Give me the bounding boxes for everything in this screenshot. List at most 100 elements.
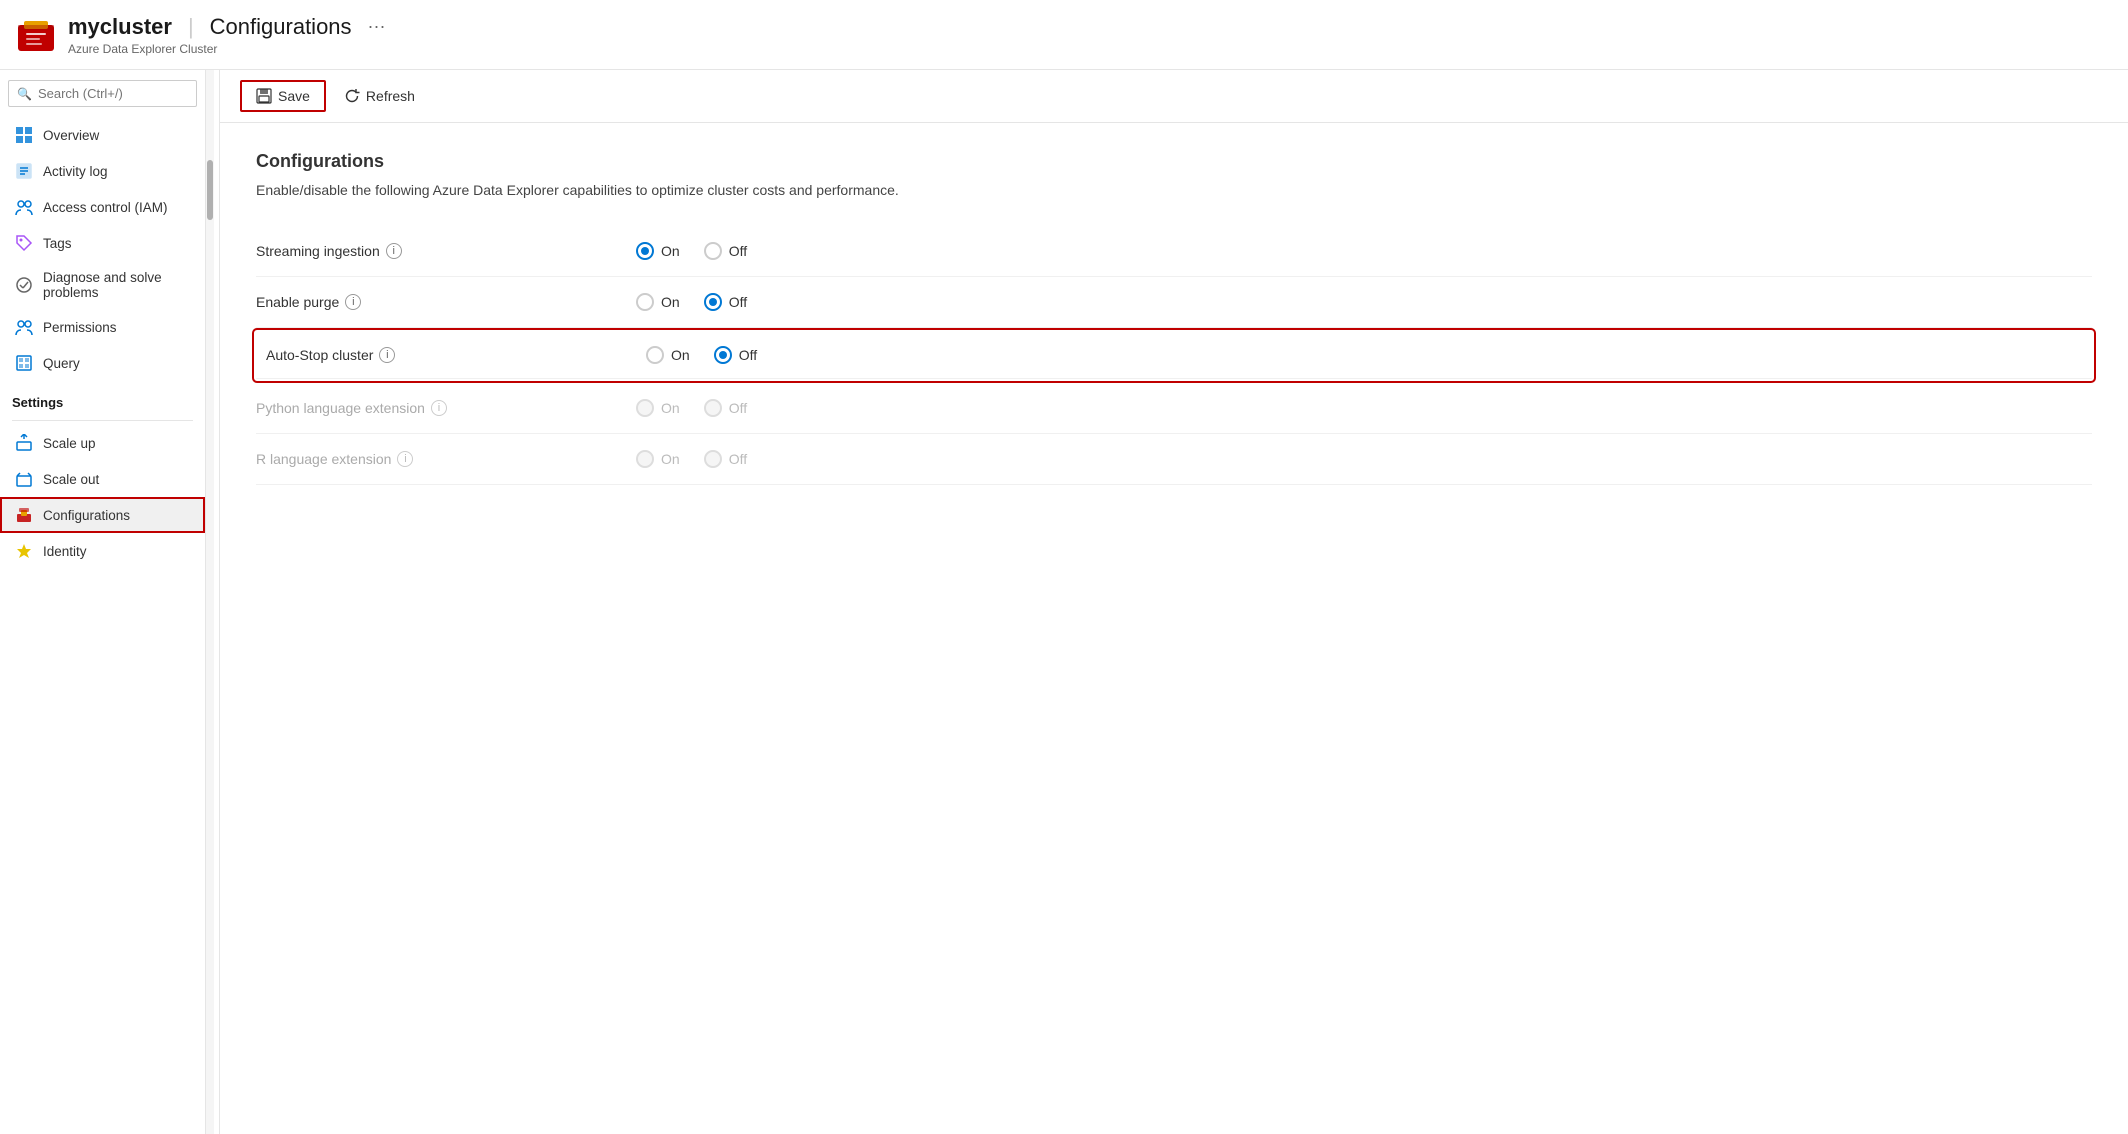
python-extension-label: Python language extension i xyxy=(256,400,636,416)
r-extension-on-radio xyxy=(636,450,654,468)
config-row-streaming-ingestion: Streaming ingestion i On Off xyxy=(256,226,2092,277)
content-area: Configurations Enable/disable the follow… xyxy=(220,123,2128,1134)
nav-item-permissions[interactable]: Permissions xyxy=(0,309,205,345)
cluster-icon xyxy=(16,15,56,55)
search-input[interactable] xyxy=(38,86,188,101)
sidebar-nav: 🔍 Overview Activity log Acc xyxy=(0,70,206,1134)
query-icon xyxy=(15,354,33,372)
search-box[interactable]: 🔍 xyxy=(8,80,197,107)
header-text: mycluster | Configurations ··· Azure Dat… xyxy=(68,14,386,56)
configurations-nav-icon xyxy=(15,506,33,524)
auto-stop-on-option[interactable]: On xyxy=(646,346,690,364)
nav-label-overview: Overview xyxy=(43,128,99,143)
header-separator: | xyxy=(188,14,194,40)
cluster-name: mycluster xyxy=(68,14,172,40)
r-extension-radio-group: On Off xyxy=(636,450,747,468)
streaming-ingestion-off-option[interactable]: Off xyxy=(704,242,747,260)
auto-stop-off-option[interactable]: Off xyxy=(714,346,757,364)
content-title: Configurations xyxy=(256,151,2092,172)
enable-purge-info-icon[interactable]: i xyxy=(345,294,361,310)
save-icon xyxy=(256,88,272,104)
enable-purge-off-option[interactable]: Off xyxy=(704,293,747,311)
cluster-subtitle: Azure Data Explorer Cluster xyxy=(68,42,386,56)
r-extension-info-icon[interactable]: i xyxy=(397,451,413,467)
auto-stop-on-radio[interactable] xyxy=(646,346,664,364)
sidebar: 🔍 Overview Activity log Acc xyxy=(0,70,220,1134)
sidebar-scrollbar[interactable] xyxy=(206,70,214,1134)
nav-item-diagnose[interactable]: Diagnose and solve problems xyxy=(0,261,205,309)
iam-icon xyxy=(15,198,33,216)
nav-item-scale-out[interactable]: Scale out xyxy=(0,461,205,497)
nav-label-tags: Tags xyxy=(43,236,72,251)
settings-section-label: Settings xyxy=(0,381,205,416)
settings-divider xyxy=(12,420,193,421)
nav-item-overview[interactable]: Overview xyxy=(0,117,205,153)
config-row-python-extension: Python language extension i On Off xyxy=(256,383,2092,434)
page-title: Configurations xyxy=(210,14,352,40)
streaming-ingestion-off-radio[interactable] xyxy=(704,242,722,260)
save-button[interactable]: Save xyxy=(240,80,326,112)
nav-label-query: Query xyxy=(43,356,80,371)
auto-stop-info-icon[interactable]: i xyxy=(379,347,395,363)
toolbar: Save Refresh xyxy=(220,70,2128,123)
r-extension-off-option: Off xyxy=(704,450,747,468)
auto-stop-off-radio[interactable] xyxy=(714,346,732,364)
diagnose-icon xyxy=(15,276,33,294)
config-row-enable-purge: Enable purge i On Off xyxy=(256,277,2092,328)
nav-label-scale-out: Scale out xyxy=(43,472,99,487)
nav-label-permissions: Permissions xyxy=(43,320,117,335)
r-extension-label: R language extension i xyxy=(256,451,636,467)
search-icon: 🔍 xyxy=(17,87,32,101)
overview-icon xyxy=(15,126,33,144)
r-extension-off-radio xyxy=(704,450,722,468)
python-extension-radio-group: On Off xyxy=(636,399,747,417)
r-extension-on-option: On xyxy=(636,450,680,468)
nav-item-query[interactable]: Query xyxy=(0,345,205,381)
more-options-icon[interactable]: ··· xyxy=(368,16,386,37)
refresh-button[interactable]: Refresh xyxy=(330,82,429,110)
enable-purge-label: Enable purge i xyxy=(256,294,636,310)
enable-purge-off-radio[interactable] xyxy=(704,293,722,311)
content-description: Enable/disable the following Azure Data … xyxy=(256,182,2092,198)
sidebar-scrollbar-thumb[interactable] xyxy=(207,160,213,220)
config-row-auto-stop: Auto-Stop cluster i On Off xyxy=(256,332,2092,379)
python-extension-on-option: On xyxy=(636,399,680,417)
nav-label-scale-up: Scale up xyxy=(43,436,96,451)
page-header: mycluster | Configurations ··· Azure Dat… xyxy=(0,0,2128,70)
auto-stop-label: Auto-Stop cluster i xyxy=(266,347,646,363)
config-row-r-extension: R language extension i On Off xyxy=(256,434,2092,485)
main-layout: 🔍 Overview Activity log Acc xyxy=(0,70,2128,1134)
identity-icon xyxy=(15,542,33,560)
nav-item-tags[interactable]: Tags xyxy=(0,225,205,261)
python-extension-off-radio xyxy=(704,399,722,417)
nav-label-diagnose: Diagnose and solve problems xyxy=(43,270,193,300)
nav-label-access-control: Access control (IAM) xyxy=(43,200,168,215)
nav-item-access-control[interactable]: Access control (IAM) xyxy=(0,189,205,225)
refresh-icon xyxy=(344,88,360,104)
nav-label-configurations: Configurations xyxy=(43,508,130,523)
activity-log-icon xyxy=(15,162,33,180)
streaming-ingestion-label: Streaming ingestion i xyxy=(256,243,636,259)
right-panel: Save Refresh Configurations Enable/disab… xyxy=(220,70,2128,1134)
scaleup-icon xyxy=(15,434,33,452)
enable-purge-on-radio[interactable] xyxy=(636,293,654,311)
nav-label-identity: Identity xyxy=(43,544,87,559)
streaming-ingestion-on-radio[interactable] xyxy=(636,242,654,260)
nav-item-identity[interactable]: Identity xyxy=(0,533,205,569)
enable-purge-on-option[interactable]: On xyxy=(636,293,680,311)
scaleout-icon xyxy=(15,470,33,488)
nav-label-activity-log: Activity log xyxy=(43,164,108,179)
streaming-ingestion-info-icon[interactable]: i xyxy=(386,243,402,259)
streaming-ingestion-on-option[interactable]: On xyxy=(636,242,680,260)
nav-item-activity-log[interactable]: Activity log xyxy=(0,153,205,189)
permissions-icon xyxy=(15,318,33,336)
streaming-ingestion-radio-group: On Off xyxy=(636,242,747,260)
nav-item-configurations[interactable]: Configurations xyxy=(0,497,205,533)
tags-icon xyxy=(15,234,33,252)
python-extension-off-option: Off xyxy=(704,399,747,417)
python-extension-info-icon[interactable]: i xyxy=(431,400,447,416)
nav-item-scale-up[interactable]: Scale up xyxy=(0,425,205,461)
auto-stop-radio-group: On Off xyxy=(646,346,757,364)
python-extension-on-radio xyxy=(636,399,654,417)
enable-purge-radio-group: On Off xyxy=(636,293,747,311)
